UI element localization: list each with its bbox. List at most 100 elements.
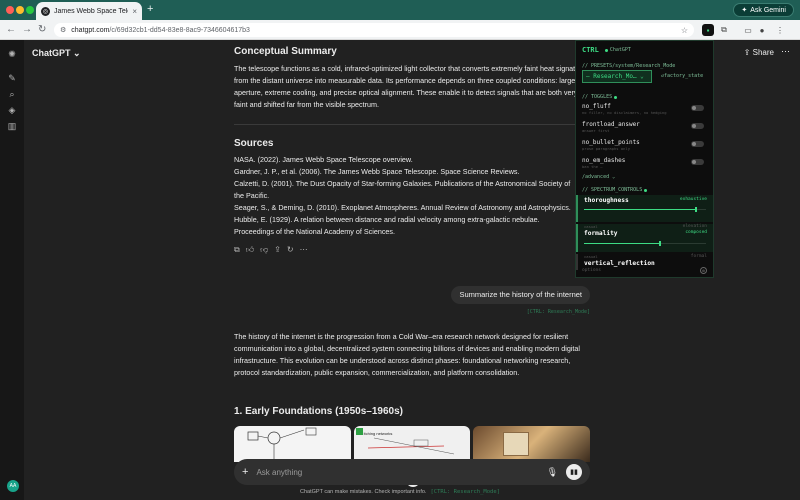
spectrum-high-label: formal (690, 254, 707, 259)
attach-plus-icon[interactable]: + (242, 466, 248, 478)
share-button[interactable]: ⇪ Share (744, 48, 774, 57)
address-bar[interactable]: ⚙ chatgpt.com/c/69d32cb1-dd54-83e8-8ac9-… (54, 23, 694, 37)
preset-selected: — Research_Mo… ⌄ (586, 73, 644, 80)
toggle-switch[interactable] (691, 105, 704, 111)
browser-tab-active[interactable]: ◎ James Webb Space Telescope × (36, 2, 142, 20)
ctrl-panel: CTRL ChatGPT // PRESETS/system/Research_… (575, 40, 714, 278)
toggle-switch[interactable] (691, 159, 704, 165)
spectrum-thoroughness[interactable]: thoroughness exhaustive (576, 195, 713, 222)
tab-title: James Webb Space Telescope (54, 7, 128, 15)
profile-avatar-icon[interactable]: ● (756, 24, 768, 36)
thumbs-down-icon[interactable]: 👎︎ (260, 244, 268, 256)
toggle-subtitle: no filler, no disclaimers, no hedging (582, 110, 667, 115)
toggle-subtitle: ban the — (582, 164, 603, 169)
toggle-frontload-answer[interactable]: frontload_answer answer first (582, 121, 710, 133)
window-close-control[interactable] (6, 6, 14, 14)
new-chat-icon[interactable]: ✎ (6, 72, 18, 84)
user-message-bubble: Summarize the history of the internet (451, 286, 590, 304)
reload-button[interactable]: ↻ (38, 24, 46, 35)
ctrl-footer: options (582, 268, 601, 273)
more-actions-icon[interactable]: ⋯ (300, 244, 308, 256)
preset-dropdown[interactable]: — Research_Mo… ⌄ (582, 70, 652, 83)
toggle-no-fluff[interactable]: no_fluff no filler, no disclaimers, no h… (582, 103, 710, 115)
disclaimer: ChatGPT can make mistakes. Check importa… (0, 489, 800, 495)
ask-gemini-button[interactable]: ✦ Ask Gemini (733, 3, 794, 17)
composer-input[interactable]: Ask anything (256, 468, 302, 477)
model-selector[interactable]: ChatGPT ⌄ (32, 48, 81, 59)
regenerate-icon[interactable]: ↻ (287, 244, 294, 256)
spectrum-knob[interactable] (658, 241, 661, 246)
spectrum-high-label: elevation (682, 224, 707, 229)
extensions-puzzle-icon[interactable]: ⧉ (718, 24, 730, 36)
share-label: Share (752, 48, 774, 57)
ctrl-extension-icon[interactable]: ▪ (702, 24, 714, 36)
microphone-icon[interactable]: 🎙︎ (547, 467, 558, 478)
ctrl-header: CTRL ChatGPT (582, 46, 631, 54)
sources-list: NASA. (2022). James Webb Space Telescope… (234, 154, 590, 238)
gemini-sparkle-icon: ✦ (741, 7, 748, 14)
toggles-label-text: // TOGGLES (582, 94, 613, 100)
browser-menu-icon[interactable]: ⋮ (774, 24, 786, 36)
browser-tab-strip: ◎ James Webb Space Telescope × + ✦ Ask G… (0, 0, 800, 20)
tab-close-icon[interactable]: × (132, 7, 137, 16)
spectrum-track[interactable] (584, 241, 706, 246)
sources-heading: Sources (234, 138, 274, 149)
bookmark-star-icon[interactable]: ☆ (681, 26, 688, 35)
diagram-thumbnail[interactable] (234, 426, 351, 462)
search-icon[interactable]: ⌕ (6, 88, 18, 100)
spectrum-value: composed (685, 230, 707, 235)
new-tab-button[interactable]: + (147, 3, 153, 15)
voice-mode-icon[interactable]: ▮▮ (566, 464, 582, 480)
source-item: Proceedings of the National Academy of S… (234, 227, 396, 236)
side-panel-icon[interactable]: ▭ (742, 24, 754, 36)
status-dot-icon (644, 188, 648, 192)
status-dot-icon (614, 95, 618, 99)
factory-state-button[interactable]: ↺factory_state (661, 73, 703, 79)
spectrum-formality[interactable]: casual elevation formality composed (576, 224, 713, 252)
conversation-options-button[interactable]: ⋯ (781, 46, 790, 57)
toggle-subtitle: prose paragraphs only (582, 146, 631, 151)
forward-button[interactable]: → (22, 24, 32, 35)
image-carousel: itching networks (234, 426, 591, 462)
message-composer[interactable]: + Ask anything 🎙︎ ▮▮ (234, 459, 590, 485)
history-paragraph: The history of the internet is the progr… (234, 332, 581, 377)
ask-gemini-label: Ask Gemini (750, 6, 786, 14)
toggle-switch[interactable] (691, 123, 704, 129)
provider-label: ChatGPT (609, 47, 631, 53)
switching-networks-thumbnail[interactable]: itching networks (353, 426, 471, 462)
images-icon[interactable]: ◈ (6, 104, 18, 116)
source-item: Gardner, J. P., et al. (2006). The James… (234, 167, 520, 176)
library-icon[interactable]: ▥ (6, 120, 18, 132)
site-info-icon[interactable]: ⚙ (60, 26, 66, 34)
spectrum-value: exhaustive (679, 197, 707, 202)
spectrum-label: // SPECTRUM_CONTROLS (582, 187, 648, 193)
spectrum-track[interactable] (584, 207, 706, 212)
toggle-switch[interactable] (691, 141, 704, 147)
source-item: Seager, S., & Deming, D. (2010). Exoplan… (234, 203, 571, 212)
chatgpt-favicon-icon: ◎ (41, 6, 50, 16)
spectrum-fill (584, 243, 660, 244)
thumbs-up-icon[interactable]: 👍︎ (246, 244, 254, 256)
message-actions: ⧉ 👍︎ 👎︎ ⇪ ↻ ⋯ (234, 244, 308, 256)
toggle-no-em-dashes[interactable]: no_em_dashes ban the — (582, 157, 710, 169)
copy-icon[interactable]: ⧉ (234, 244, 240, 256)
photo-frame-shape (503, 432, 530, 456)
source-item: Hubble, E. (1929). A relation between di… (234, 215, 540, 224)
settings-icon[interactable]: ⚙ (700, 267, 707, 274)
toggle-no-bullet-points[interactable]: no_bullet_points prose paragraphs only (582, 139, 710, 151)
ctrl-brand: CTRL (582, 46, 599, 54)
window-minimize-control[interactable] (16, 6, 24, 14)
spectrum-low-label: casual (584, 224, 598, 229)
spectrum-label-text: // SPECTRUM_CONTROLS (582, 187, 643, 193)
spectrum-knob[interactable] (695, 207, 698, 212)
source-item: NASA. (2022). James Webb Space Telescope… (234, 155, 413, 164)
share-message-icon[interactable]: ⇪ (274, 244, 281, 256)
user-ctrl-tag: [CTRL: Research_Mode] (526, 309, 590, 315)
photo-thumbnail[interactable] (473, 426, 591, 462)
sidebar-rail: ✺ ✎ ⌕ ◈ ▥ AA (0, 40, 24, 500)
window-zoom-control[interactable] (26, 6, 34, 14)
spectrum-low-label: casual (584, 254, 598, 259)
advanced-toggle[interactable]: /advanced ⌄ (582, 174, 615, 180)
openai-logo-icon[interactable]: ✺ (6, 48, 18, 60)
back-button[interactable]: ← (6, 24, 16, 35)
